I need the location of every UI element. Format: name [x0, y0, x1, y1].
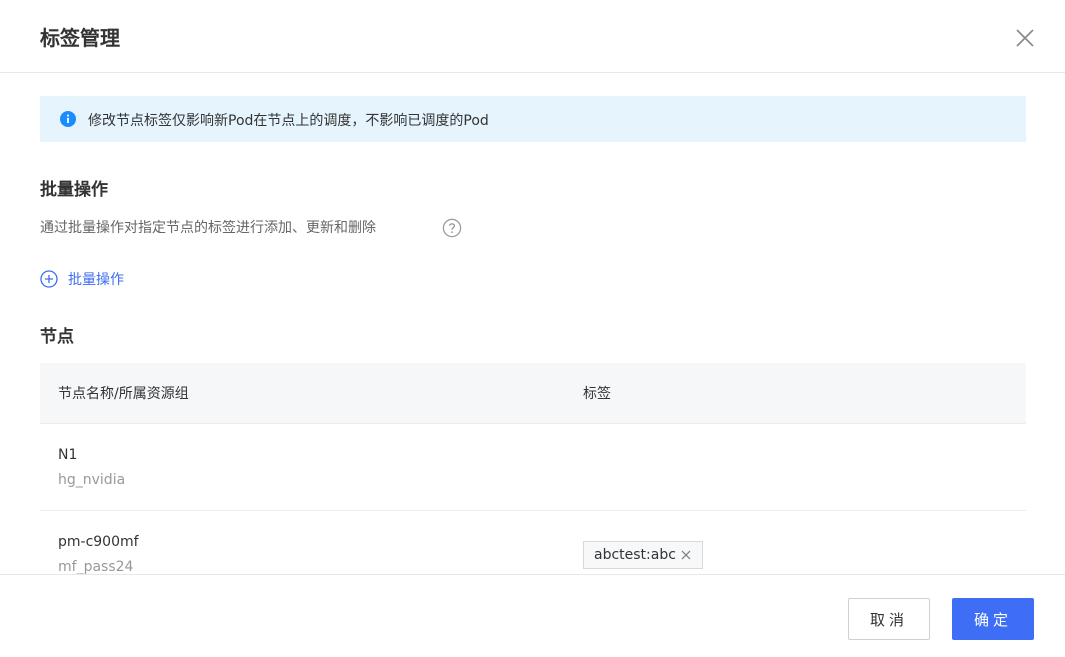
dialog-title: 标签管理	[40, 26, 120, 50]
info-alert: 修改节点标签仅影响新Pod在节点上的调度，不影响已调度的Pod	[40, 96, 1026, 142]
node-name: N1	[58, 447, 78, 463]
dialog-body: 修改节点标签仅影响新Pod在节点上的调度，不影响已调度的Pod 批量操作 通过批…	[0, 73, 1065, 574]
node-group: mf_pass24	[58, 559, 134, 574]
dialog-header: 标签管理	[0, 0, 1065, 73]
alert-text: 修改节点标签仅影响新Pod在节点上的调度，不影响已调度的Pod	[88, 113, 489, 129]
column-header-node: 节点名称/所属资源组	[58, 386, 189, 402]
table-header: 节点名称/所属资源组 标签	[40, 363, 1026, 423]
table-row: N1 hg_nvidia	[40, 423, 1026, 511]
close-icon[interactable]	[1013, 26, 1037, 50]
node-group: hg_nvidia	[58, 472, 126, 488]
confirm-button[interactable]: 确定	[952, 598, 1034, 640]
batch-description: 通过批量操作对指定节点的标签进行添加、更新和删除	[40, 220, 376, 236]
node-tag: abctest:abc	[583, 541, 703, 569]
nodes-section-title: 节点	[40, 327, 74, 347]
info-icon	[60, 111, 76, 127]
plus-circle-icon	[40, 270, 58, 288]
table-row: pm-c900mf mf_pass24 abctest:abc	[40, 510, 1026, 574]
remove-tag-icon[interactable]	[680, 549, 692, 561]
batch-operation-label: 批量操作	[68, 272, 124, 288]
column-header-tags: 标签	[583, 386, 611, 402]
dialog-footer: 取消 确定	[0, 574, 1065, 657]
tag-label: abctest:abc	[594, 547, 676, 563]
help-icon[interactable]	[442, 218, 462, 238]
cancel-button[interactable]: 取消	[848, 598, 930, 640]
node-name: pm-c900mf	[58, 534, 139, 550]
batch-section-title: 批量操作	[40, 180, 108, 200]
batch-operation-button[interactable]: 批量操作	[40, 269, 124, 289]
